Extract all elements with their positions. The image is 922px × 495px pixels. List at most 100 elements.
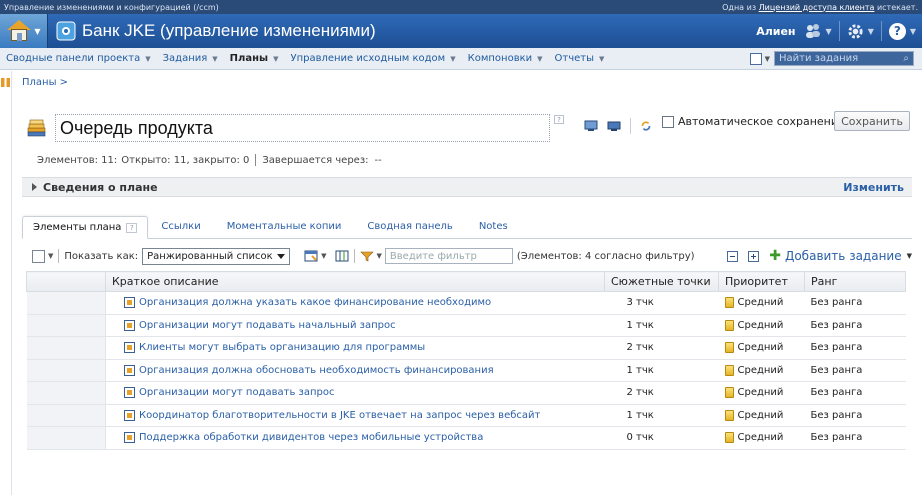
view-mode-select[interactable]: Ранжированный список [142,247,291,265]
row-gutter[interactable] [26,291,106,315]
chevron-down-icon[interactable]: ▼ [910,27,916,36]
work-item-link[interactable]: Организации могут подавать запрос [139,387,334,398]
column-rank[interactable]: Ранг [804,271,906,292]
autosave-option[interactable]: Автоматическое сохранение [662,115,845,128]
plan-toolbar: ▼ Показать как: Ранжированный список ▼ ▼… [22,245,912,267]
rank-cell: Без ранга [804,404,906,427]
client-license-link[interactable]: Лицензий доступа клиента [759,3,875,12]
table-row[interactable]: Организации могут подавать запрос 2 тчк … [26,381,906,405]
people-icon[interactable] [804,23,822,39]
chevron-down-icon[interactable]: ▼ [765,55,770,63]
table-row[interactable]: Организация должна указать какое финанси… [26,291,906,315]
table-header-row: Краткое описание Сюжетные точки Приорите… [26,271,906,292]
edit-plan-link[interactable]: Изменить [843,181,904,194]
nav-plans[interactable]: Планы ▼ [230,53,279,64]
chevron-down-icon: ▼ [273,54,279,63]
expand-all-icon[interactable] [748,250,760,262]
summary-cell: Организация должна указать какое финанси… [105,291,605,315]
priority-cell[interactable]: Средний [718,381,805,405]
tab-plan-items[interactable]: Элементы плана ? [22,216,149,239]
gear-icon[interactable] [847,23,864,40]
story-icon [124,432,135,444]
help-icon[interactable]: ? [888,22,906,40]
work-item-link[interactable]: Координатор благотворительности в JKE от… [139,410,540,421]
collapse-all-icon[interactable] [727,250,739,262]
row-gutter[interactable] [26,359,106,382]
chevron-down-icon[interactable]: ▼ [321,252,326,260]
row-gutter[interactable] [26,314,106,337]
points-cell[interactable]: 3 тчк [604,291,719,315]
column-priority[interactable]: Приоритет [718,271,805,292]
plan-title[interactable]: Очередь продукта [55,114,550,142]
points-cell[interactable]: 2 тчк [604,381,719,405]
divider [838,21,840,41]
chevron-down-icon: ▼ [599,54,605,63]
nav-project-dashboards[interactable]: Сводные панели проекта ▼ [6,53,151,64]
table-row[interactable]: Поддержка обработки дивидентов через моб… [26,426,906,450]
nav-work-items[interactable]: Задания ▼ [163,53,218,64]
row-gutter[interactable] [26,381,106,405]
add-work-item-button[interactable]: ✚ Добавить задание ▼ [769,248,912,264]
monitor-icon[interactable] [607,120,621,132]
select-all-checkbox[interactable] [32,249,45,263]
priority-cell[interactable]: Средний [718,291,805,315]
table-row[interactable]: Организация должна обосновать необходимо… [26,359,906,382]
tab-notes[interactable]: Notes [466,221,521,238]
nav-reports[interactable]: Отчеты ▼ [555,53,605,64]
monitor-icon[interactable] [584,120,598,132]
grid-icon[interactable] [1,78,10,87]
breadcrumb[interactable]: Планы > [22,77,912,88]
column-points[interactable]: Сюжетные точки [604,271,719,292]
nav-source-control[interactable]: Управление исходным кодом ▼ [290,53,455,64]
document-icon[interactable] [749,52,762,65]
table-row[interactable]: Координатор благотворительности в JKE от… [26,404,906,427]
work-item-link[interactable]: Организация должна обосновать необходимо… [139,365,494,376]
plan-details-toggle[interactable]: Сведения о плане [32,181,158,194]
home-menu-button[interactable]: ▼ [0,14,48,48]
help-icon[interactable]: ? [554,115,564,124]
table-row[interactable]: Организации могут подавать начальный зап… [26,314,906,337]
row-gutter[interactable] [26,336,106,360]
work-item-link[interactable]: Клиенты могут выбрать организацию для пр… [139,342,425,353]
chevron-down-icon[interactable]: ▼ [826,27,832,36]
refresh-icon[interactable] [639,120,653,132]
points-cell[interactable]: 0 тчк [604,426,719,450]
chevron-down-icon: ▼ [537,54,543,63]
priority-cell[interactable]: Средний [718,336,805,360]
row-gutter[interactable] [26,404,106,427]
tab-snapshots[interactable]: Моментальные копии [214,221,355,238]
priority-cell[interactable]: Средний [718,314,805,337]
left-sidebar-handle[interactable] [0,71,12,495]
work-item-link[interactable]: Поддержка обработки дивидентов через моб… [139,432,483,443]
nav-builds[interactable]: Компоновки ▼ [468,53,543,64]
configure-view-icon[interactable] [304,250,318,262]
chevron-down-icon[interactable]: ▼ [868,27,874,36]
tab-links[interactable]: Ссылки [148,221,213,238]
chevron-down-icon[interactable]: ▼ [48,252,53,260]
priority-cell[interactable]: Средний [718,404,805,427]
save-button[interactable]: Сохранить [834,111,910,131]
work-item-link[interactable]: Организации могут подавать начальный зап… [139,320,396,331]
table-row[interactable]: Клиенты могут выбрать организацию для пр… [26,336,906,360]
column-summary[interactable]: Краткое описание [105,271,605,292]
user-menu[interactable]: Алиен [756,25,795,38]
help-icon[interactable]: ? [126,222,138,233]
points-cell[interactable]: 1 тчк [604,359,719,382]
points-cell[interactable]: 1 тчк [604,314,719,337]
priority-cell[interactable]: Средний [718,426,805,450]
autosave-checkbox[interactable] [662,115,674,128]
ends-label: Завершается через: [262,154,369,166]
chevron-down-icon[interactable]: ▼ [377,252,382,260]
search-input[interactable] [779,53,889,64]
rank-cell: Без ранга [804,291,906,315]
row-gutter[interactable] [26,426,106,450]
columns-icon[interactable] [335,250,349,262]
work-item-link[interactable]: Организация должна указать какое финанси… [139,297,491,308]
points-cell[interactable]: 1 тчк [604,404,719,427]
filter-icon[interactable] [359,250,374,262]
points-cell[interactable]: 2 тчк [604,336,719,360]
search-icon[interactable]: ⌕ [903,53,909,64]
filter-input[interactable] [384,248,513,264]
priority-cell[interactable]: Средний [718,359,805,382]
tab-dashboard[interactable]: Сводная панель [354,221,465,238]
